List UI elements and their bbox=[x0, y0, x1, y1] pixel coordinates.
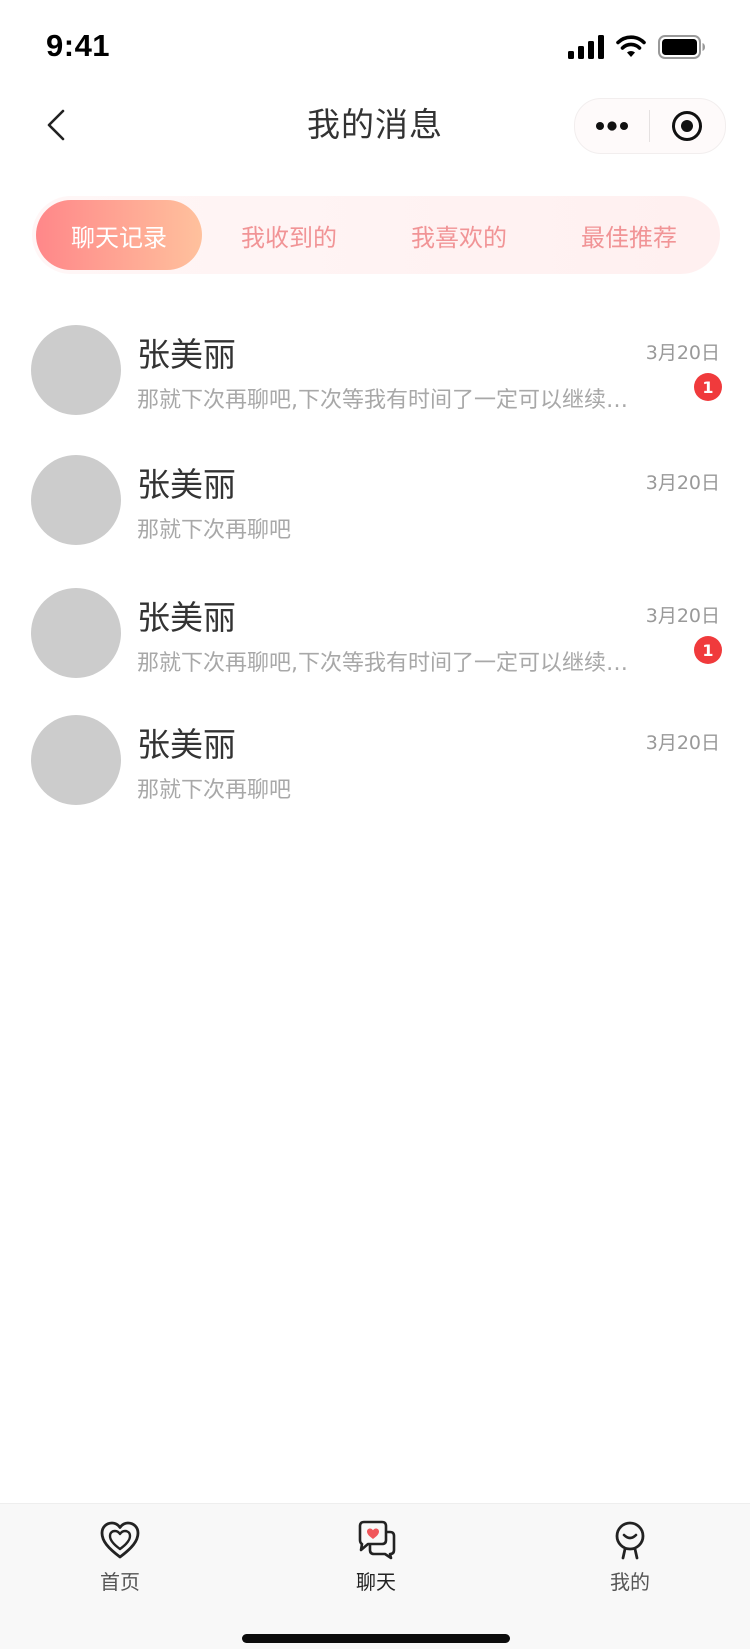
avatar bbox=[31, 588, 121, 678]
message-preview: 那就下次再聊吧 bbox=[137, 518, 292, 543]
tab-chat-history[interactable]: 聊天记录 bbox=[36, 200, 202, 270]
message-date: 3月20日 bbox=[645, 605, 720, 627]
nav-bar: 我的消息 bbox=[0, 90, 750, 190]
message-preview: 那就下次再聊吧,下次等我有时间了一定可以继续聊天的 bbox=[137, 388, 647, 413]
status-time: 9:41 bbox=[46, 28, 111, 63]
message-preview: 那就下次再聊吧,下次等我有时间了一定可以继续聊天的 bbox=[137, 651, 647, 676]
home-indicator bbox=[242, 1634, 510, 1643]
tabbar-item-chat[interactable]: 聊天 bbox=[316, 1518, 436, 1595]
battery-icon bbox=[658, 35, 705, 59]
contact-name: 张美丽 bbox=[137, 465, 236, 504]
target-close-icon bbox=[672, 111, 702, 141]
message-tabs: 聊天记录 我收到的 我喜欢的 最佳推荐 bbox=[32, 196, 720, 274]
list-item[interactable]: 张美丽 3月20日 那就下次再聊吧,下次等我有时间了一定可以继续聊天的 1 bbox=[0, 557, 750, 690]
tabbar-item-profile[interactable]: 我的 bbox=[570, 1518, 690, 1595]
more-dots-icon bbox=[596, 121, 628, 131]
avatar bbox=[31, 455, 121, 545]
tab-recommended[interactable]: 最佳推荐 bbox=[546, 200, 712, 270]
tabbar-label: 聊天 bbox=[356, 1570, 396, 1594]
contact-name: 张美丽 bbox=[137, 725, 236, 764]
tabbar-item-home[interactable]: 首页 bbox=[60, 1518, 180, 1595]
message-date: 3月20日 bbox=[645, 342, 720, 364]
status-bar: 9:41 bbox=[0, 0, 750, 90]
screen: 9:41 我的消息 聊天记录 我收到的 我喜欢的 最佳推荐 张美丽 3月20日 … bbox=[0, 0, 750, 1649]
close-miniprogram-button[interactable] bbox=[650, 99, 724, 153]
list-item[interactable]: 张美丽 3月20日 那就下次再聊吧 bbox=[0, 690, 750, 820]
message-date: 3月20日 bbox=[645, 732, 720, 754]
chat-heart-icon bbox=[358, 1520, 396, 1560]
heart-home-icon bbox=[100, 1521, 140, 1559]
bottom-tabbar: 首页 聊天 我的 bbox=[0, 1503, 750, 1649]
miniprogram-capsule bbox=[574, 98, 726, 154]
contact-name: 张美丽 bbox=[137, 598, 236, 637]
tab-liked[interactable]: 我喜欢的 bbox=[376, 200, 542, 270]
message-preview: 那就下次再聊吧 bbox=[137, 778, 292, 803]
more-button[interactable] bbox=[575, 99, 649, 153]
signal-icon bbox=[568, 35, 604, 59]
tabbar-label: 我的 bbox=[610, 1570, 650, 1594]
message-date: 3月20日 bbox=[645, 472, 720, 494]
tab-received[interactable]: 我收到的 bbox=[206, 200, 372, 270]
list-item[interactable]: 张美丽 3月20日 那就下次再聊吧 bbox=[0, 430, 750, 557]
list-item[interactable]: 张美丽 3月20日 那就下次再聊吧,下次等我有时间了一定可以继续聊天的 1 bbox=[0, 300, 750, 430]
avatar bbox=[31, 715, 121, 805]
unread-badge: 1 bbox=[694, 636, 722, 664]
avatar bbox=[31, 325, 121, 415]
status-icons bbox=[568, 33, 706, 61]
wifi-icon bbox=[616, 35, 646, 57]
profile-icon bbox=[615, 1521, 645, 1560]
unread-badge: 1 bbox=[694, 373, 722, 401]
message-list: 张美丽 3月20日 那就下次再聊吧,下次等我有时间了一定可以继续聊天的 1 张美… bbox=[0, 300, 750, 820]
contact-name: 张美丽 bbox=[137, 335, 236, 374]
tabbar-label: 首页 bbox=[100, 1570, 140, 1594]
